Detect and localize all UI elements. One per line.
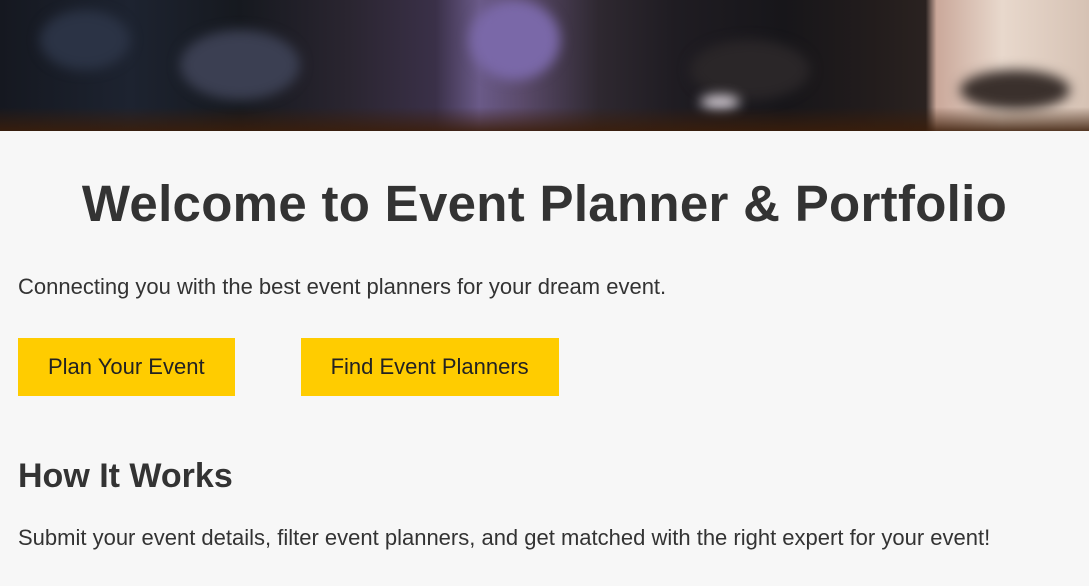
hero-blob — [40, 10, 130, 70]
page-title: Welcome to Event Planner & Portfolio — [81, 175, 1008, 232]
cta-buttons: Plan Your Event Find Event Planners — [18, 338, 1071, 396]
hero-blob — [180, 30, 300, 100]
main-content: Welcome to Event Planner & Portfolio Con… — [0, 131, 1089, 552]
find-event-planners-button[interactable]: Find Event Planners — [300, 338, 559, 396]
tagline: Connecting you with the best event plann… — [18, 274, 667, 299]
hero-blob — [690, 40, 810, 100]
how-it-works-text: Submit your event details, filter event … — [18, 525, 991, 550]
how-it-works-heading: How It Works — [18, 457, 233, 495]
hero-blob — [470, 0, 560, 80]
hero-banner-image — [0, 0, 1089, 131]
hero-blob — [960, 70, 1070, 110]
plan-your-event-button[interactable]: Plan Your Event — [18, 338, 235, 396]
hero-floor-shade — [0, 107, 1089, 131]
